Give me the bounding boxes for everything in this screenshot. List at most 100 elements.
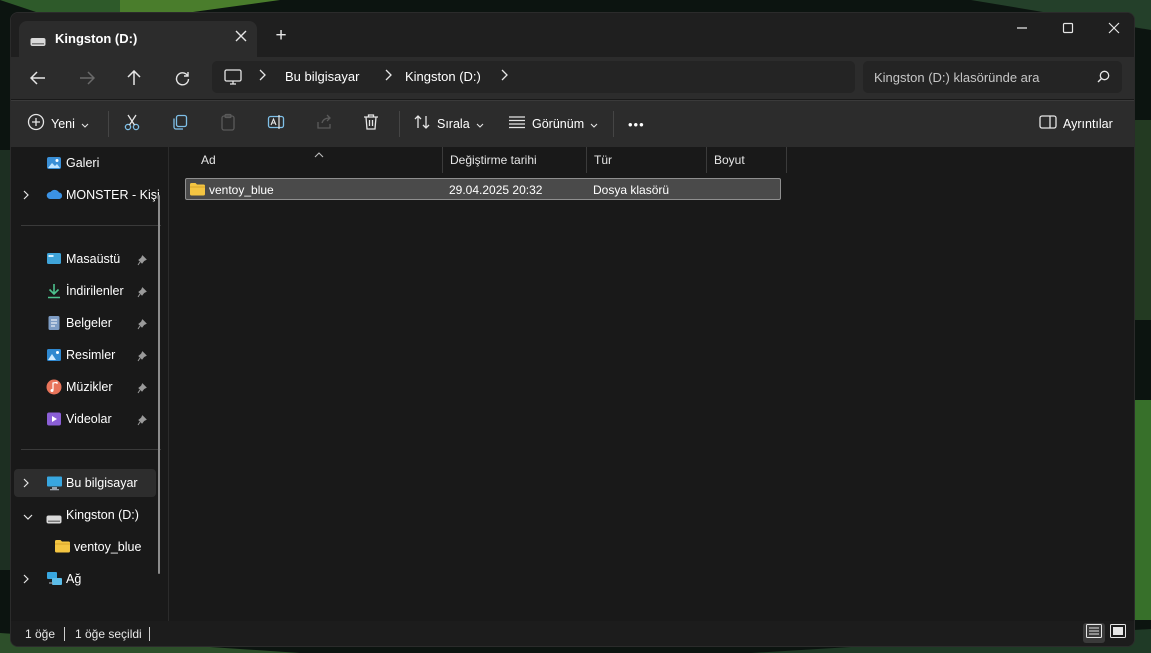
sidebar-item-label: Galeri (66, 156, 100, 170)
scissors-icon (123, 113, 141, 136)
file-modified: 29.04.2025 20:32 (449, 183, 543, 197)
chevron-down-icon (476, 115, 484, 133)
folder-icon (189, 182, 206, 199)
minimize-button[interactable] (999, 13, 1045, 43)
sidebar-item-desktop[interactable]: Masaüstü (14, 245, 156, 273)
pin-icon[interactable] (137, 381, 147, 399)
pictures-icon (46, 347, 62, 368)
view-button[interactable]: Görünüm (508, 109, 598, 139)
folder-icon (54, 539, 71, 558)
tab-kingston[interactable]: Kingston (D:) (19, 21, 257, 57)
pin-icon[interactable] (137, 349, 147, 367)
file-list: Ad Değiştirme tarihi Tür Boyut ventoy_bl… (169, 147, 1134, 621)
details-pane-button[interactable]: Ayrıntılar (1039, 109, 1113, 139)
copy-button[interactable] (171, 109, 189, 139)
sidebar-item-videos[interactable]: Videolar (14, 405, 156, 433)
sort-arrows-icon (413, 113, 431, 136)
rename-button[interactable] (267, 109, 285, 139)
sidebar-scrollbar[interactable] (158, 195, 160, 574)
search-input[interactable]: Kingston (D:) klasöründe ara (863, 61, 1122, 93)
share-button[interactable] (315, 109, 333, 139)
documents-icon (46, 315, 62, 336)
close-window-button[interactable] (1091, 13, 1134, 43)
column-header-type[interactable]: Tür (587, 147, 706, 173)
chevron-down-icon (590, 115, 598, 133)
breadcrumb-this-pc[interactable]: Bu bilgisayar (285, 69, 359, 84)
chevron-right-icon[interactable] (258, 69, 266, 84)
paste-button[interactable] (219, 109, 237, 139)
computer-icon (224, 69, 242, 90)
sidebar-item-kingston[interactable]: Kingston (D:) (14, 501, 156, 529)
sidebar-item-label: Kingston (D:) (66, 508, 139, 522)
chevron-down-icon[interactable] (22, 508, 34, 526)
chevron-right-icon[interactable] (22, 476, 30, 494)
more-options-button[interactable]: ••• (628, 109, 645, 139)
plus-circle-icon (27, 113, 45, 136)
column-header-name[interactable]: Ad (194, 147, 442, 173)
cut-button[interactable] (123, 109, 141, 139)
file-explorer-window: Kingston (D:) + Bu bilgisayar Kingston (… (10, 12, 1135, 647)
computer-icon (46, 475, 63, 496)
sort-label: Sırala (437, 117, 470, 131)
maximize-button[interactable] (1045, 13, 1091, 43)
download-icon (46, 283, 62, 304)
onedrive-cloud-icon (46, 187, 63, 206)
sidebar-item-label: MONSTER - Kişi (66, 188, 160, 202)
pin-icon[interactable] (137, 413, 147, 431)
back-button[interactable] (23, 64, 53, 92)
command-bar: Yeni Sırala Görünüm ••• Ayrıntılar (11, 100, 1134, 148)
file-name: ventoy_blue (209, 183, 274, 197)
details-pane-icon (1039, 114, 1057, 134)
details-label: Ayrıntılar (1063, 117, 1113, 131)
chevron-right-icon[interactable] (22, 572, 30, 590)
breadcrumb-kingston[interactable]: Kingston (D:) (405, 69, 481, 84)
sidebar-item-label: Müzikler (66, 380, 113, 394)
column-header-label: Değiştirme tarihi (450, 153, 537, 167)
chevron-down-icon (81, 115, 89, 133)
column-header-modified[interactable]: Değiştirme tarihi (443, 147, 586, 173)
pin-icon[interactable] (137, 285, 147, 303)
sidebar-item-label: Videolar (66, 412, 112, 426)
details-view-button[interactable] (1083, 623, 1105, 643)
sidebar-item-ventoy-blue[interactable]: ventoy_blue (14, 533, 156, 561)
chevron-right-icon[interactable] (22, 188, 30, 206)
tab-close-icon[interactable] (231, 28, 251, 48)
large-icons-view-button[interactable] (1107, 623, 1129, 643)
search-placeholder: Kingston (D:) klasöründe ara (874, 70, 1040, 85)
forward-button[interactable] (72, 64, 102, 92)
navigation-pane: Galeri MONSTER - Kişi Masaüstü İndirilen… (11, 147, 168, 621)
network-icon (46, 571, 63, 592)
sidebar-item-network[interactable]: Ağ (14, 565, 156, 593)
rename-icon (267, 113, 285, 136)
sidebar-item-pictures[interactable]: Resimler (14, 341, 156, 369)
sidebar-item-gallery[interactable]: Galeri (14, 149, 156, 177)
item-count: 1 öğe (25, 627, 56, 641)
sort-button[interactable]: Sırala (413, 109, 484, 139)
sidebar-item-this-pc[interactable]: Bu bilgisayar (14, 469, 156, 497)
chevron-right-icon[interactable] (384, 69, 392, 84)
separator (399, 111, 400, 137)
delete-button[interactable] (362, 109, 380, 139)
chevron-right-icon[interactable] (500, 69, 508, 84)
column-header-size[interactable]: Boyut (707, 147, 786, 173)
pin-icon[interactable] (137, 317, 147, 335)
up-button[interactable] (119, 64, 149, 92)
new-button[interactable]: Yeni (27, 109, 89, 139)
search-icon[interactable] (1097, 70, 1110, 88)
pin-icon[interactable] (137, 253, 147, 271)
address-bar[interactable]: Bu bilgisayar Kingston (D:) (212, 61, 855, 93)
sidebar-item-label: ventoy_blue (74, 540, 142, 554)
column-separator[interactable] (786, 147, 787, 173)
refresh-button[interactable] (167, 64, 197, 92)
sidebar-item-downloads[interactable]: İndirilenler (14, 277, 156, 305)
sidebar-item-label: Masaüstü (66, 252, 121, 266)
sidebar-item-music[interactable]: Müzikler (14, 373, 156, 401)
gallery-icon (46, 155, 62, 176)
details-view-icon (1086, 623, 1102, 643)
view-lines-icon (508, 115, 526, 134)
sidebar-item-documents[interactable]: Belgeler (14, 309, 156, 337)
title-bar: Kingston (D:) + (11, 13, 1134, 57)
file-row-ventoy-blue[interactable]: ventoy_blue 29.04.2025 20:32 Dosya klasö… (185, 178, 781, 200)
sidebar-item-onedrive[interactable]: MONSTER - Kişi (14, 181, 160, 209)
new-tab-button[interactable]: + (273, 26, 289, 45)
